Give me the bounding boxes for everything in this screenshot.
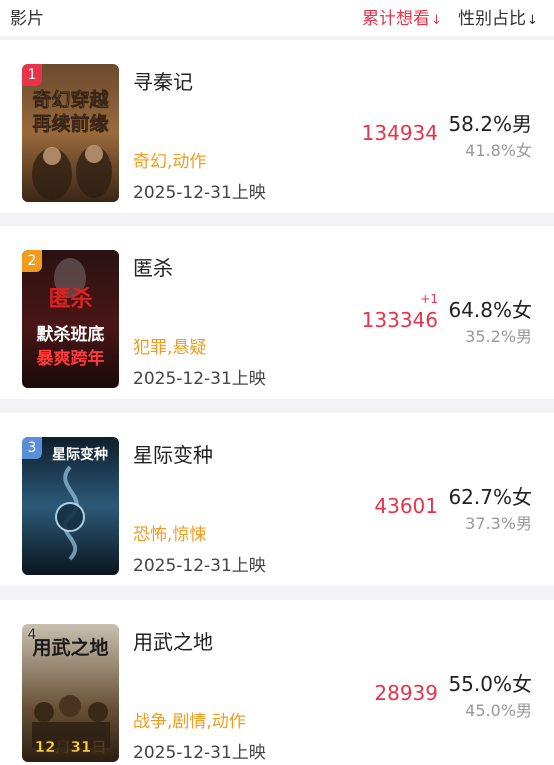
sort-arrow-icon: ↓ bbox=[431, 13, 442, 28]
movie-title[interactable]: 匿杀 bbox=[133, 252, 173, 281]
want-count: 28939 bbox=[374, 681, 438, 705]
column-header-gender-label: 性别占比 bbox=[458, 9, 526, 29]
release-date: 2025-12-31上映 bbox=[133, 369, 266, 389]
movie-title[interactable]: 寻秦记 bbox=[133, 66, 193, 95]
movie-title[interactable]: 用武之地 bbox=[133, 626, 213, 655]
movie-poster[interactable]: 匿杀 默杀班底 暴爽跨年 2 bbox=[22, 250, 119, 388]
movie-genre: 犯罪,悬疑 bbox=[133, 338, 207, 358]
release-date: 2025-12-31上映 bbox=[133, 743, 266, 763]
gender-ratio-secondary: 41.8%女 bbox=[465, 141, 532, 160]
gender-ratio-secondary: 45.0%男 bbox=[465, 701, 532, 720]
want-count: 43601 bbox=[374, 494, 438, 518]
poster-caption: 暴爽跨年 bbox=[36, 348, 105, 369]
movie-row[interactable]: 奇幻穿越 再续前缘 1 寻秦记 奇幻,动作 2025-12-31上映 13493… bbox=[0, 40, 554, 213]
poster-caption: 12月31日 bbox=[35, 738, 107, 756]
column-header-film: 影片 bbox=[10, 9, 44, 29]
column-header-want-label: 累计想看 bbox=[362, 9, 430, 29]
list-header: 影片 累计想看↓ 性别占比↓ bbox=[0, 0, 554, 36]
sort-arrow-icon: ↓ bbox=[527, 13, 538, 28]
movie-poster[interactable]: 奇幻穿越 再续前缘 1 bbox=[22, 64, 119, 202]
gender-ratio-main: 58.2%男 bbox=[448, 112, 532, 136]
poster-caption: 匿杀 bbox=[48, 286, 92, 312]
gender-ratio-main: 62.7%女 bbox=[448, 485, 532, 509]
rank-badge: 2 bbox=[22, 250, 42, 272]
poster-caption: 再续前缘 bbox=[32, 112, 108, 135]
gender-ratio-main: 55.0%女 bbox=[448, 672, 532, 696]
movie-row[interactable]: 匿杀 默杀班底 暴爽跨年 2 匿杀 犯罪,悬疑 2025-12-31上映 +1 … bbox=[0, 226, 554, 399]
sort-by-want-count[interactable]: 累计想看↓ bbox=[362, 4, 442, 29]
movie-row[interactable]: 用武之地 12月31日 4 用武之地 战争,剧情,动作 2025-12-31上映… bbox=[0, 600, 554, 765]
want-count: 134934 bbox=[361, 121, 438, 145]
poster-caption: 星际变种 bbox=[52, 446, 108, 463]
gender-ratio-secondary: 35.2%男 bbox=[465, 327, 532, 346]
sort-by-gender-ratio[interactable]: 性别占比↓ bbox=[458, 4, 538, 29]
rank-badge: 3 bbox=[22, 437, 42, 459]
poster-caption: 用武之地 bbox=[32, 636, 108, 659]
gender-ratio-secondary: 37.3%男 bbox=[465, 514, 532, 533]
movie-genre: 奇幻,动作 bbox=[133, 152, 207, 172]
movie-title[interactable]: 星际变种 bbox=[133, 439, 213, 468]
rank-badge: 1 bbox=[22, 64, 42, 86]
release-date: 2025-12-31上映 bbox=[133, 556, 266, 576]
rank-badge: 4 bbox=[27, 627, 37, 643]
gender-ratio-main: 64.8%女 bbox=[448, 298, 532, 322]
movie-row[interactable]: 星际变种 3 星际变种 恐怖,惊悚 2025-12-31上映 43601 62.… bbox=[0, 413, 554, 586]
movie-genre: 恐怖,惊悚 bbox=[133, 525, 207, 545]
movie-poster[interactable]: 星际变种 3 bbox=[22, 437, 119, 575]
poster-caption: 奇幻穿越 bbox=[32, 88, 109, 111]
rank-change-badge: +1 bbox=[420, 292, 438, 306]
movie-genre: 战争,剧情,动作 bbox=[133, 712, 246, 732]
release-date: 2025-12-31上映 bbox=[133, 183, 266, 203]
poster-caption: 默杀班底 bbox=[37, 324, 105, 345]
want-count: 133346 bbox=[361, 308, 438, 332]
movie-poster[interactable]: 用武之地 12月31日 4 bbox=[22, 624, 119, 762]
